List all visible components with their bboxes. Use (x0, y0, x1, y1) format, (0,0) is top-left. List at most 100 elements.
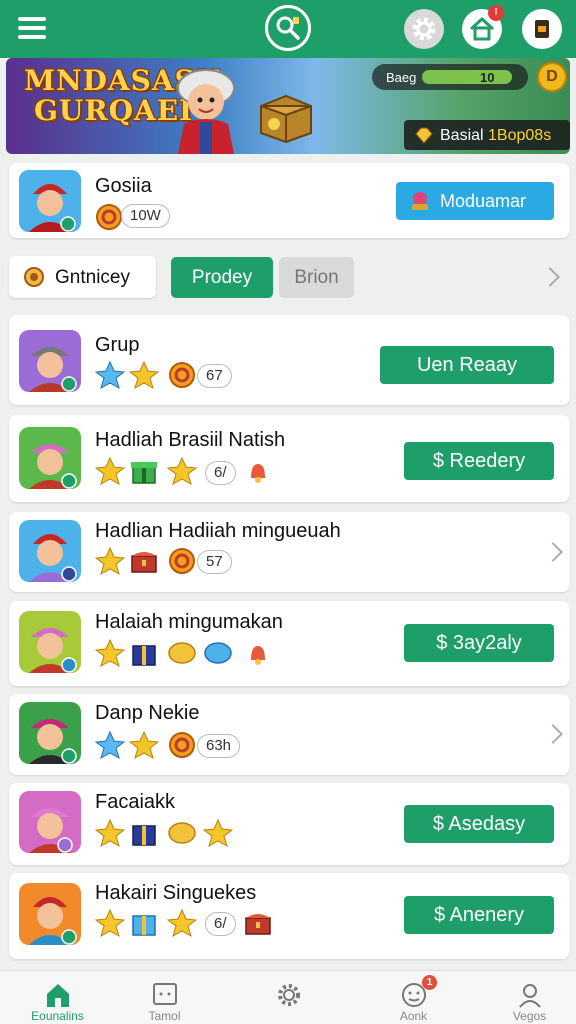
filter-label: Gntnicey (55, 267, 130, 288)
star-icon (95, 546, 125, 576)
featured-title: Gosiia (95, 175, 152, 197)
gear-icon (412, 17, 436, 41)
nav-label: Vegos (512, 1009, 547, 1023)
level-progress-bar (422, 70, 512, 84)
list-item-action-button[interactable]: $ 3ay2aly (404, 624, 554, 662)
character-icon (19, 791, 81, 853)
list-item-action-button[interactable]: $ Anenery (404, 896, 554, 934)
level-value: 10 (480, 70, 495, 85)
hamburger-icon[interactable] (18, 17, 46, 39)
list-item-action-button[interactable]: Uen Reaay (380, 346, 554, 384)
list-item-avatar (19, 611, 81, 673)
character-icon (19, 702, 81, 764)
star-blue-icon (95, 730, 125, 760)
nav-label: Tamol (148, 1009, 181, 1023)
banner-status-prefix: Basial (440, 127, 484, 144)
list-item-avatar (19, 330, 81, 392)
wallet-button[interactable] (522, 9, 562, 49)
list-item-title: Danp Nekie (95, 702, 200, 724)
gold-coin-icon (168, 642, 196, 664)
list-item[interactable]: Grup 67 Uen Reaay (9, 315, 570, 405)
list-item-avatar (19, 520, 81, 582)
list-item[interactable]: Hakairi Singuekes 6/ $ Anenery (9, 873, 570, 959)
star-icon (129, 360, 159, 390)
home-badge: ! (488, 5, 504, 21)
nav-item-eounalins[interactable]: Eounalins (0, 971, 115, 1024)
gem-icon (412, 192, 428, 210)
list-item-avatar (19, 702, 81, 764)
star-icon (167, 456, 197, 486)
chevron-right-icon[interactable] (540, 267, 560, 287)
nav-item-tamol[interactable]: Tamol (107, 971, 222, 1024)
list-item[interactable]: Facaiakk $ Asedasy (9, 783, 570, 865)
settings-button[interactable] (404, 9, 444, 49)
coin-icon[interactable]: D (537, 62, 567, 92)
chevron-right-icon[interactable] (543, 724, 563, 744)
featured-card[interactable]: Gosiia 10W Moduamar (9, 163, 570, 238)
home-icon (47, 984, 69, 1007)
list-item-action-button[interactable]: $ Asedasy (404, 805, 554, 843)
featured-avatar (19, 170, 81, 232)
coin-icon (169, 548, 195, 574)
featured-action-label: Moduamar (440, 191, 527, 211)
gold-coin-icon (168, 822, 196, 844)
list-item-title: Halaiah mingumakan (95, 611, 283, 633)
list-item-count: 57 (197, 550, 232, 574)
list-item-count: 63h (197, 734, 241, 758)
character-icon (19, 883, 81, 945)
banner-status: Basial 1Bop08s (404, 120, 570, 150)
banner-hero-illustration (177, 69, 235, 154)
character-icon (19, 427, 81, 489)
gold-crystal-icon (415, 127, 433, 144)
list-item-action-button[interactable]: $ Reedery (404, 442, 554, 480)
chevron-right-icon[interactable] (543, 542, 563, 562)
tab-brion[interactable]: Brion (279, 257, 354, 298)
nav-label: Aonk (399, 1009, 428, 1023)
nav-label: Eounalins (31, 1009, 84, 1023)
filter-icon (24, 267, 44, 287)
list-item-title: Hadlian Hadiiah mingueuah (95, 520, 341, 542)
tab-prodey[interactable]: Prodey (171, 257, 273, 298)
wallet-icon (535, 20, 549, 38)
list-item[interactable]: Hadlian Hadiiah mingueuah 57 (9, 512, 570, 592)
list-item-avatar (19, 883, 81, 945)
nav-item-settings[interactable] (231, 971, 346, 1024)
list-item-avatar (19, 791, 81, 853)
list-item-avatar (19, 427, 81, 489)
top-bar: ! (0, 0, 576, 58)
nav-item-aonk[interactable]: 1 Aonk (356, 971, 471, 1024)
banner-status-value: 1Bop08s (488, 127, 552, 144)
treasure-chest-icon (245, 914, 271, 935)
character-icon (19, 170, 81, 232)
list-item[interactable]: Halaiah mingumakan $ 3ay2aly (9, 601, 570, 686)
character-icon (19, 520, 81, 582)
list-item-count: 67 (197, 364, 232, 388)
gift-box-light-blue-icon (132, 915, 156, 936)
coin-icon (96, 204, 122, 230)
list-item-title: Hakairi Singuekes (95, 882, 257, 904)
nav-item-vegos[interactable]: Vegos (472, 971, 576, 1024)
star-icon (95, 638, 125, 668)
list-item[interactable]: Hadliah Brasiil Natish 6/ $ Reedery (9, 415, 570, 502)
screen-icon (153, 983, 177, 1005)
list-item[interactable]: Danp Nekie 63h (9, 694, 570, 775)
list-item-title: Grup (95, 334, 140, 356)
reward-icons (95, 818, 245, 848)
coin-icon (169, 732, 195, 758)
star-icon (95, 908, 125, 938)
search-icon (276, 16, 300, 40)
promo-banner[interactable]: MNDASASK GURQAEI Baeg 10 D Basial 1Bop08… (6, 58, 570, 154)
reward-icons (95, 456, 275, 486)
profile-icon (519, 984, 541, 1008)
search-button[interactable] (265, 5, 311, 51)
treasure-chest-icon (131, 552, 157, 573)
reward-icons (95, 908, 275, 938)
star-icon (129, 730, 159, 760)
filter-dropdown[interactable]: Gntnicey (9, 256, 156, 298)
featured-action-button[interactable]: Moduamar (396, 182, 554, 220)
nav-badge: 1 (422, 975, 437, 990)
list-item-title: Facaiakk (95, 791, 176, 813)
star-blue-icon (95, 360, 125, 390)
home-button[interactable]: ! (462, 5, 504, 49)
star-icon (95, 818, 125, 848)
